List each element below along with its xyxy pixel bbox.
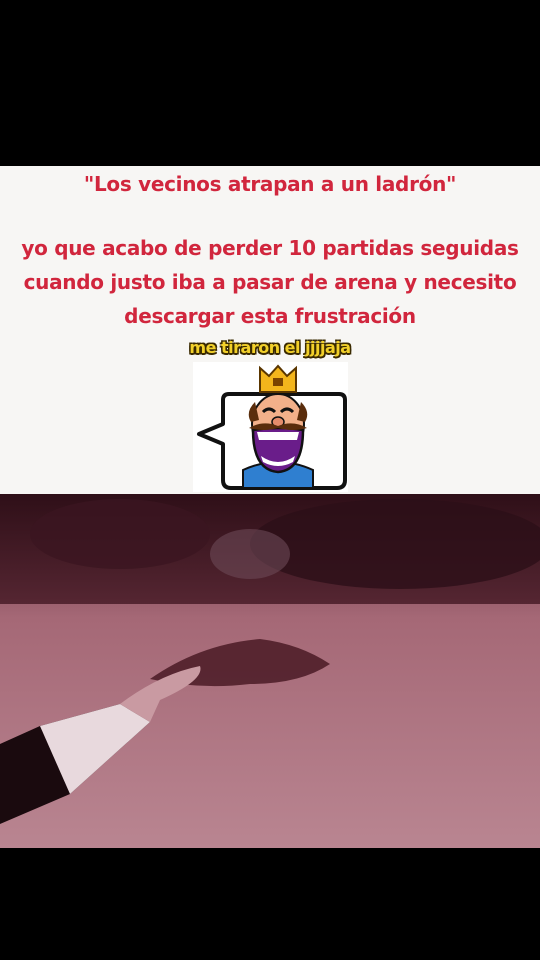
video-frame bbox=[0, 494, 540, 848]
caption-line-2: cuando justo iba a pasar de arena y nece… bbox=[23, 270, 517, 294]
caption-line-3: descargar esta frustración bbox=[124, 304, 416, 328]
sticker-text: me tiraron el jjjjaja bbox=[189, 338, 351, 357]
top-letterbox bbox=[0, 0, 540, 166]
bottom-letterbox bbox=[0, 848, 540, 960]
caption-line-1: yo que acabo de perder 10 partidas segui… bbox=[21, 236, 519, 260]
laughing-king-emote-icon bbox=[193, 362, 348, 492]
caption-quote: "Los vecinos atrapan a un ladrón" bbox=[83, 172, 457, 196]
